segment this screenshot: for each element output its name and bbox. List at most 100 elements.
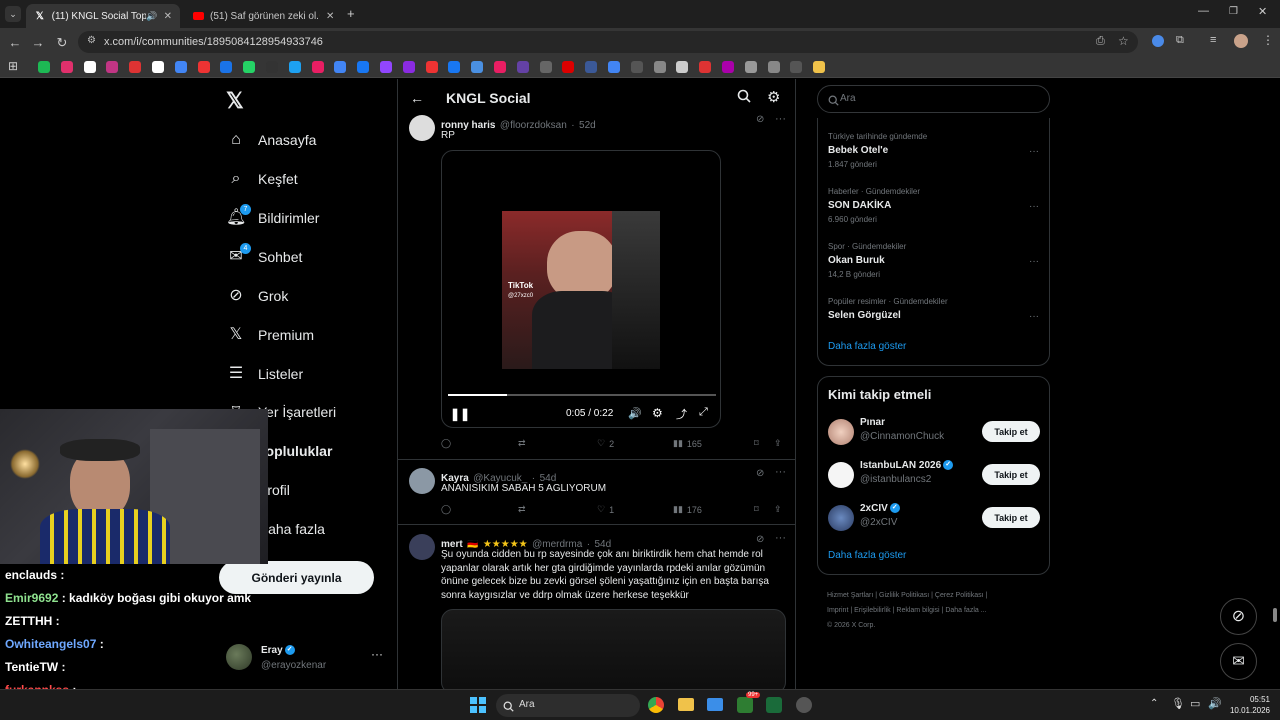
more-dots-icon[interactable]: ··· — [1029, 146, 1039, 157]
nav-item-home[interactable]: ⌂ Anasayfa — [226, 128, 316, 152]
bookmark-favicon-icon[interactable] — [311, 61, 324, 73]
search-bar[interactable]: Ara — [817, 85, 1050, 113]
bookmark-favicon-icon[interactable] — [402, 61, 415, 73]
more-dots-icon[interactable]: ··· — [1029, 201, 1039, 212]
bookmark-favicon-icon[interactable] — [38, 61, 50, 73]
views-button[interactable]: ▮▮ 165 — [673, 438, 702, 449]
share-icon[interactable]: ⇪ — [774, 438, 782, 449]
video-settings-icon[interactable]: ⚙ — [652, 406, 663, 420]
profile-avatar-icon[interactable] — [1234, 34, 1248, 48]
tab-youtube[interactable]: (51) Saf görünen zeki ol.😊 - Yo ✕ — [184, 4, 344, 28]
volume-icon[interactable]: 🔊 — [1208, 697, 1222, 710]
site-info-icon[interactable]: ⚙ — [87, 35, 96, 46]
share-icon[interactable]: ⇪ — [774, 504, 782, 515]
follow-button[interactable]: Takip et — [982, 421, 1040, 442]
bookmark-favicon-icon[interactable] — [83, 61, 96, 73]
reply-button[interactable]: ◯ — [441, 504, 455, 515]
post-image[interactable] — [441, 609, 786, 689]
show-more-trends-link[interactable]: Daha fazla göster — [828, 341, 906, 352]
like-button[interactable]: ♡ 1 — [597, 504, 614, 515]
bookmark-favicon-icon[interactable] — [380, 61, 392, 73]
bookmark-favicon-icon[interactable] — [494, 61, 506, 73]
xbox-icon[interactable] — [766, 697, 782, 713]
post-item[interactable]: mert 🇩🇪 ★★★★★ @merdrma · 54d ⊘ ··· Şu oy… — [398, 532, 795, 689]
trend-item[interactable]: Spor · Gündemdekiler Okan Buruk 14,2 B gön… — [828, 242, 906, 279]
new-tab-icon[interactable]: + — [347, 6, 355, 21]
popout-icon[interactable]: ⤴ — [676, 406, 687, 422]
more-dots-icon[interactable]: ··· — [1029, 256, 1039, 267]
apps-icon[interactable]: ⊞ — [8, 59, 18, 73]
bookmark-favicon-icon[interactable] — [288, 61, 301, 73]
bookmark-favicon-icon[interactable] — [813, 61, 826, 73]
tray-chevron-icon[interactable]: ⌃ — [1150, 698, 1158, 709]
install-app-icon[interactable]: ⎙ — [1096, 35, 1105, 48]
grok-float-button[interactable]: ⊘ — [1220, 598, 1257, 635]
x-logo-icon[interactable]: 𝕏 — [226, 88, 244, 114]
bookmark-star-icon[interactable]: ☆ — [1118, 34, 1129, 48]
views-button[interactable]: ▮▮ 176 — [673, 504, 702, 515]
app-icon[interactable] — [737, 697, 753, 713]
nav-item-grok[interactable]: ⊘ Grok — [226, 284, 288, 308]
footer-link[interactable]: Çerez Politikası — [935, 592, 984, 599]
show-more-follow-link[interactable]: Daha fazla göster — [828, 550, 906, 561]
start-icon[interactable] — [470, 697, 486, 713]
more-dots-icon[interactable]: ··· — [775, 466, 786, 478]
maximize-icon[interactable]: ❐ — [1229, 6, 1238, 17]
video-player[interactable]: TikTok @27xzc0 ❚❚ 0:05 / 0:22 🔊 ⚙ ⤴ ⤢ — [441, 150, 721, 428]
post-item[interactable]: ronny haris @floorzdoksan · 52d ⊘ ··· RP… — [398, 113, 795, 460]
footer-link[interactable]: Hizmet Şartları — [827, 592, 873, 599]
follow-button[interactable]: Takip et — [982, 507, 1040, 528]
bookmark-favicon-icon[interactable] — [357, 61, 370, 73]
trend-item[interactable]: Haberler · Gündemdekiler SON DAKİKA 6.960 … — [828, 187, 920, 224]
footer-link[interactable]: Daha fazla ... — [945, 607, 986, 614]
trend-item[interactable]: Türkiye tarihinde gündemde Bebek Otel'e 1.… — [828, 132, 927, 169]
bookmark-favicon-icon[interactable] — [767, 61, 780, 73]
more-dots-icon[interactable]: ··· — [1029, 311, 1039, 322]
bookmark-icon[interactable]: ⌑ — [754, 438, 759, 449]
bookmark-favicon-icon[interactable] — [722, 61, 734, 73]
footer-link[interactable]: Erişilebilirlik — [854, 607, 891, 614]
extension-icon[interactable] — [1152, 35, 1164, 47]
grok-icon[interactable]: ⊘ — [756, 114, 764, 125]
nav-item-list[interactable]: ☰ Listeler — [226, 362, 303, 386]
chrome-icon[interactable] — [648, 697, 664, 713]
nav-item-bell[interactable]: 🔔︎ 7 Bildirimler — [226, 204, 319, 230]
settings-gear-icon[interactable]: ⚙ — [767, 88, 780, 106]
tab-kngl-social[interactable]: 𝕏 (11) KNGL Social Topluluk / 🔊 ✕ — [26, 4, 180, 28]
bookmark-favicon-icon[interactable] — [60, 61, 73, 73]
bookmark-favicon-icon[interactable] — [129, 61, 142, 73]
close-tab-icon[interactable]: ✕ — [164, 11, 172, 22]
messages-float-button[interactable]: ✉ — [1220, 643, 1257, 680]
taskbar-search[interactable]: Ara — [496, 694, 640, 717]
volume-icon[interactable]: 🔊 — [628, 407, 642, 420]
follow-suggestion[interactable]: IstanbuLAN 2026 ✓ @istanbulancs2 Takip et — [828, 460, 1040, 490]
post-item[interactable]: Kayra @Kayucuk_ · 54d ⊘ ··· ANANISIKIM S… — [398, 466, 795, 525]
reply-button[interactable]: ◯ — [441, 438, 455, 449]
bookmark-favicon-icon[interactable] — [243, 61, 256, 73]
bookmark-favicon-icon[interactable] — [266, 61, 278, 73]
bookmark-favicon-icon[interactable] — [197, 61, 210, 73]
bookmark-favicon-icon[interactable] — [653, 61, 666, 73]
bookmark-favicon-icon[interactable] — [152, 61, 164, 73]
nav-item-mail[interactable]: ✉ 4 Sohbet — [226, 243, 302, 269]
mic-icon[interactable]: 🎙 — [1171, 697, 1185, 710]
close-tab-icon[interactable]: ✕ — [326, 11, 334, 22]
bookmark-favicon-icon[interactable] — [676, 61, 689, 73]
app-icon[interactable] — [796, 697, 812, 713]
fullscreen-icon[interactable]: ⤢ — [699, 406, 708, 419]
puzzle-icon[interactable]: ⧉ — [1176, 34, 1184, 47]
back-arrow-icon[interactable]: ← — [410, 90, 424, 106]
repost-button[interactable]: ⇄ — [518, 504, 530, 515]
follow-suggestion[interactable]: Pınar @CinnamonChuck Takip et — [828, 417, 1040, 447]
footer-link[interactable]: Reklam bilgisi — [896, 607, 939, 614]
post-time[interactable]: 52d — [579, 120, 596, 131]
repost-button[interactable]: ⇄ — [518, 438, 530, 449]
photos-icon[interactable] — [707, 698, 723, 711]
bookmark-favicon-icon[interactable] — [174, 61, 187, 73]
minimize-icon[interactable]: — — [1198, 5, 1209, 17]
more-dots-icon[interactable]: ··· — [371, 647, 383, 661]
clock[interactable]: 05:51 10.01.2026 — [1224, 694, 1270, 716]
speaker-icon[interactable]: 🔊 — [146, 11, 157, 22]
bookmark-favicon-icon[interactable] — [425, 61, 438, 73]
pause-icon[interactable]: ❚❚ — [450, 407, 470, 421]
